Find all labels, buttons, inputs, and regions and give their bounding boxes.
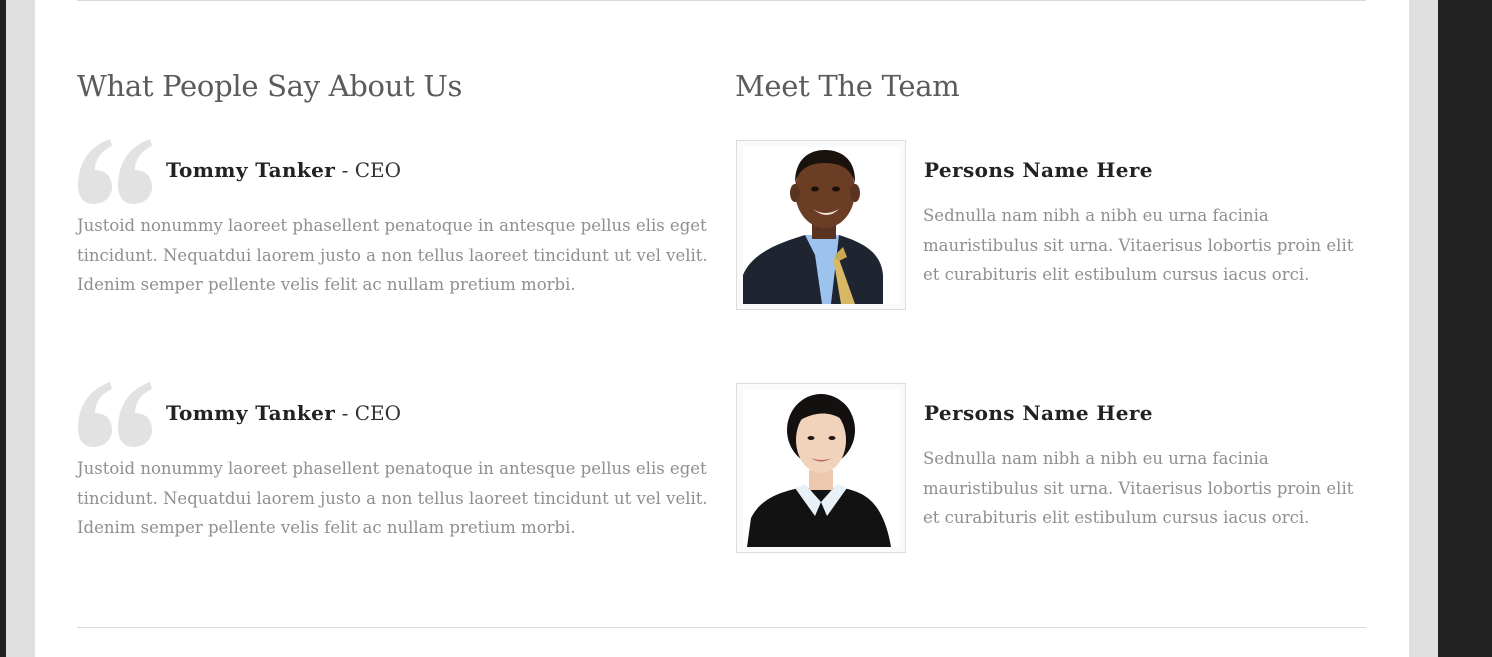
testimonial-quote: Justoid nonummy laoreet phasellent penat… xyxy=(77,459,708,537)
author-name: Tommy Tanker xyxy=(166,401,336,425)
man-portrait-image xyxy=(743,147,900,304)
author-role: CEO xyxy=(354,158,402,182)
team-member-name: Persons Name Here xyxy=(924,158,1153,182)
bottom-divider xyxy=(77,627,1366,628)
team-heading: Meet The Team xyxy=(735,69,960,103)
testimonial-quote: Justoid nonummy laoreet phasellent penat… xyxy=(77,216,708,294)
team-member-bio: Sednulla nam nibh a nibh eu urna facinia… xyxy=(923,206,1354,284)
author-role: CEO xyxy=(354,401,402,425)
team-member-name: Persons Name Here xyxy=(924,401,1153,425)
woman-portrait-image xyxy=(743,390,900,547)
opening-quote-icon xyxy=(78,382,152,447)
team-member-bio: Sednulla nam nibh a nibh eu urna facinia… xyxy=(923,449,1354,527)
team-member-photo xyxy=(736,383,906,553)
author-name: Tommy Tanker xyxy=(166,158,336,182)
author-separator: - xyxy=(335,401,355,425)
testimonial-author: Tommy Tanker - CEO xyxy=(166,157,401,183)
testimonial-author: Tommy Tanker - CEO xyxy=(166,400,401,426)
opening-quote-icon xyxy=(78,139,152,204)
testimonials-heading: What People Say About Us xyxy=(77,69,463,103)
team-member-photo xyxy=(736,140,906,310)
top-divider xyxy=(77,0,1366,1)
author-separator: - xyxy=(335,158,355,182)
